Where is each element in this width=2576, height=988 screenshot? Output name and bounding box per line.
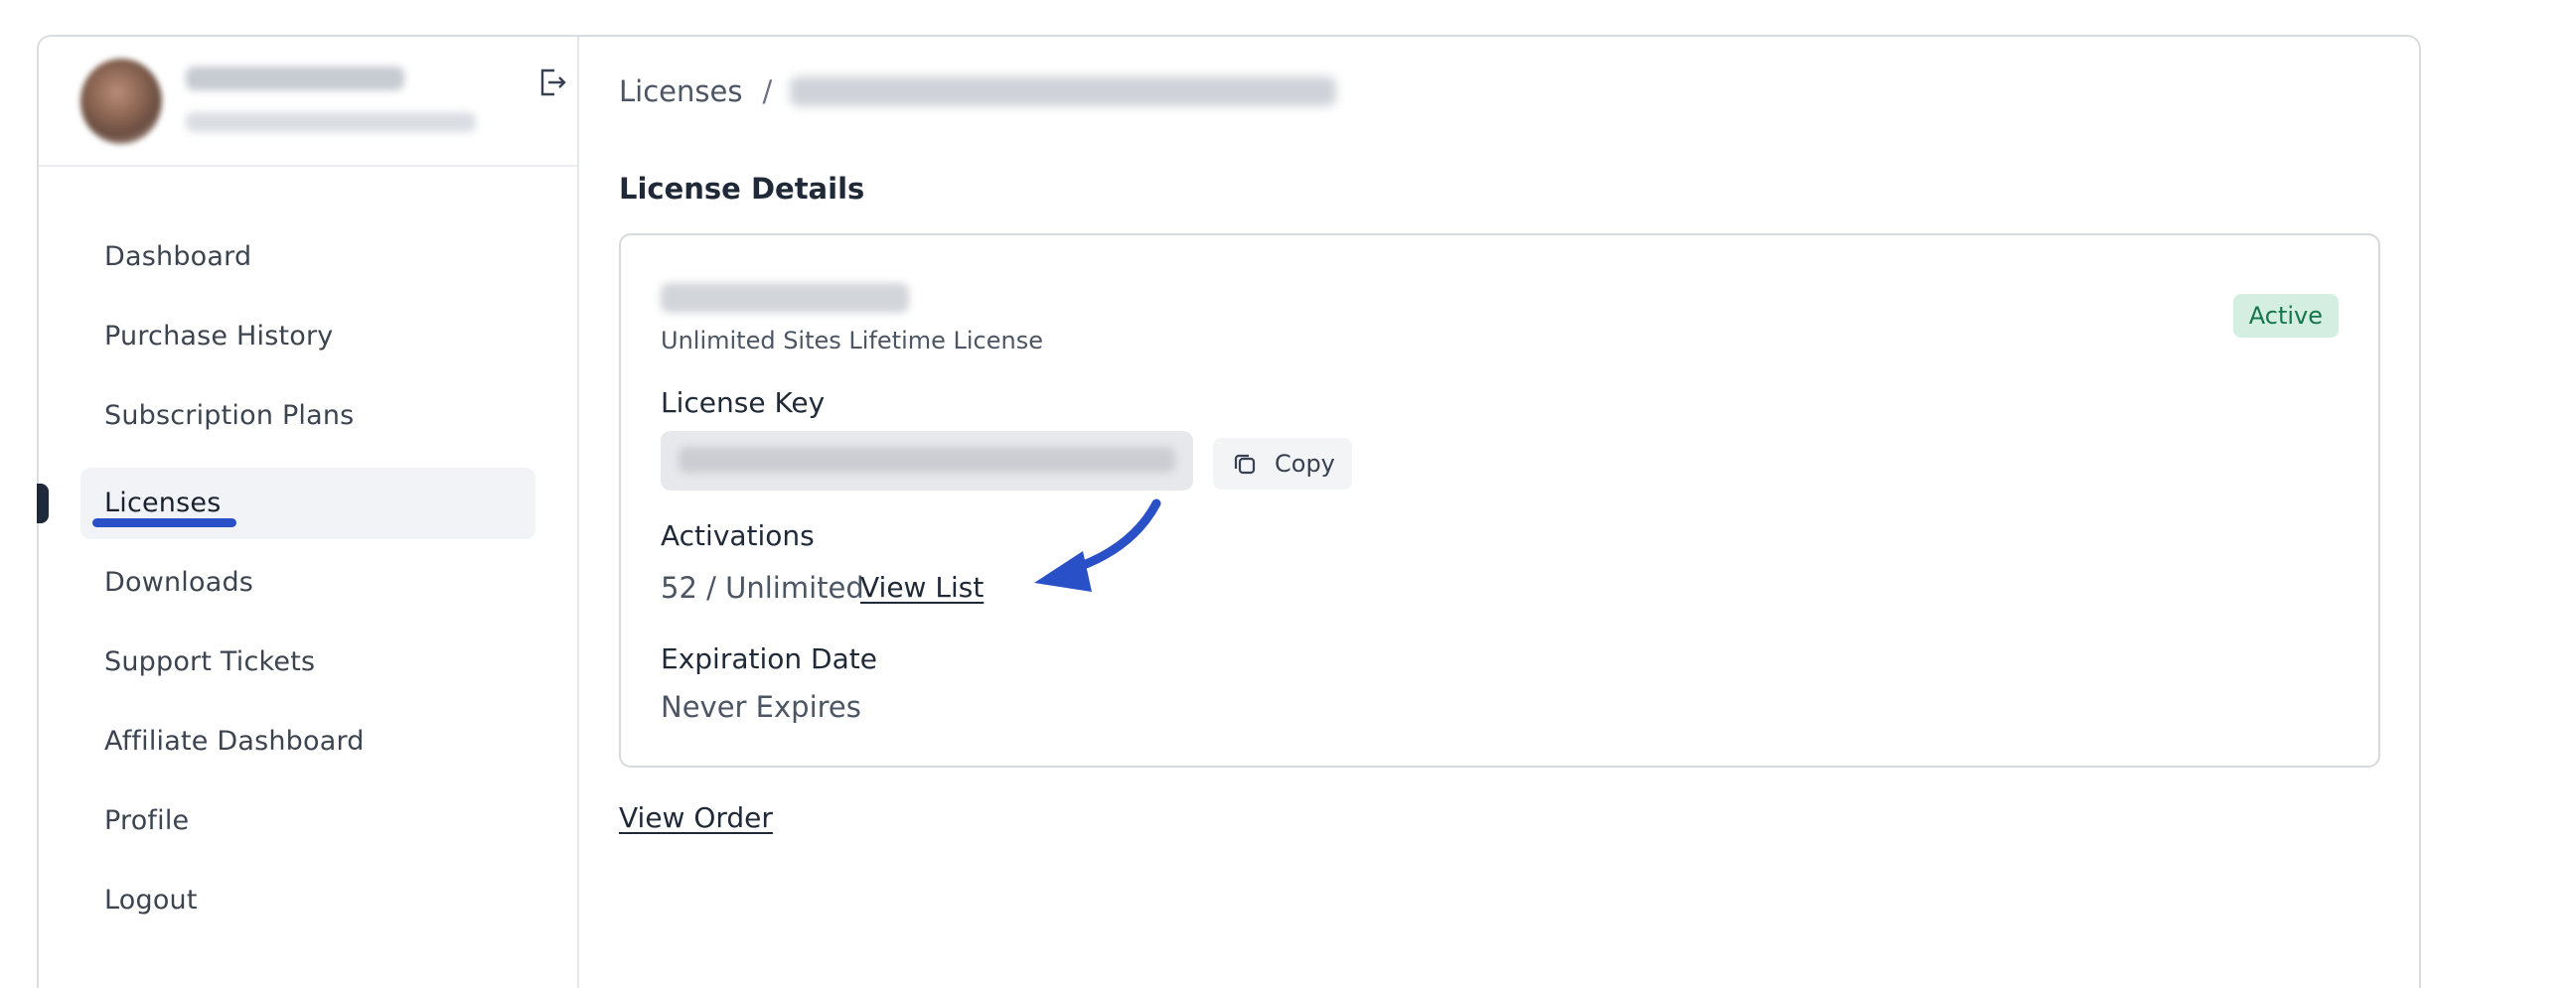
expiration-label: Expiration Date — [661, 642, 877, 675]
sidebar-item-subscription-plans[interactable]: Subscription Plans — [80, 380, 535, 452]
annotation-arrow — [1034, 498, 1161, 592]
sidebar-item-label: Logout — [104, 885, 198, 916]
license-key-label: License Key — [661, 386, 826, 419]
sidebar-item-purchase-history[interactable]: Purchase History — [80, 301, 535, 372]
sidebar-item-label: Affiliate Dashboard — [104, 726, 365, 757]
copy-button[interactable]: Copy — [1213, 438, 1352, 490]
view-list-link[interactable]: View List — [860, 571, 984, 604]
sidebar-item-downloads[interactable]: Downloads — [80, 547, 535, 619]
exit-icon[interactable] — [537, 67, 567, 98]
sidebar-item-logout[interactable]: Logout — [80, 865, 535, 936]
copy-button-label: Copy — [1275, 450, 1335, 478]
breadcrumb-licenses-link[interactable]: Licenses — [619, 74, 742, 108]
breadcrumb: Licenses / — [619, 74, 1337, 108]
profile-header — [39, 37, 577, 167]
page-title: License Details — [619, 172, 865, 206]
expiration-value: Never Expires — [661, 690, 861, 724]
copy-icon — [1234, 454, 1256, 475]
sidebar-item-profile[interactable]: Profile — [80, 785, 535, 857]
sidebar-item-label: Downloads — [104, 567, 254, 598]
sidebar-item-label: Purchase History — [104, 321, 334, 352]
main-content: Licenses / License Details Unlimited Sit… — [579, 37, 2419, 988]
activations-value: 52 / Unlimited — [661, 571, 864, 605]
license-key-redacted — [679, 447, 1175, 473]
status-badge: Active — [2232, 294, 2339, 338]
breadcrumb-separator: / — [762, 74, 773, 108]
license-card: Unlimited Sites Lifetime License Active … — [619, 233, 2380, 768]
sidebar-item-affiliate-dashboard[interactable]: Affiliate Dashboard — [80, 706, 535, 777]
app-frame: Dashboard Purchase History Subscription … — [37, 35, 2421, 988]
sidebar-item-label: Dashboard — [104, 241, 252, 272]
product-name-redacted — [661, 283, 909, 313]
sidebar-item-label: Subscription Plans — [104, 400, 355, 431]
user-email-redacted — [186, 112, 476, 132]
sidebar-item-label: Licenses — [104, 488, 222, 518]
sidebar-item-label: Profile — [104, 805, 190, 836]
license-type: Unlimited Sites Lifetime License — [661, 327, 1043, 354]
license-key-field[interactable] — [661, 431, 1193, 491]
sidebar-item-support-tickets[interactable]: Support Tickets — [80, 627, 535, 698]
view-order-link[interactable]: View Order — [619, 801, 773, 834]
sidebar-item-dashboard[interactable]: Dashboard — [80, 221, 535, 293]
annotation-underline — [92, 518, 236, 527]
activations-label: Activations — [661, 519, 815, 552]
user-name-redacted — [186, 67, 404, 90]
breadcrumb-current-redacted — [790, 76, 1337, 106]
avatar[interactable] — [80, 59, 162, 144]
sidebar-item-licenses[interactable]: Licenses — [80, 468, 535, 539]
active-indicator — [37, 484, 49, 523]
sidebar: Dashboard Purchase History Subscription … — [37, 37, 579, 988]
sidebar-item-label: Support Tickets — [104, 646, 316, 677]
